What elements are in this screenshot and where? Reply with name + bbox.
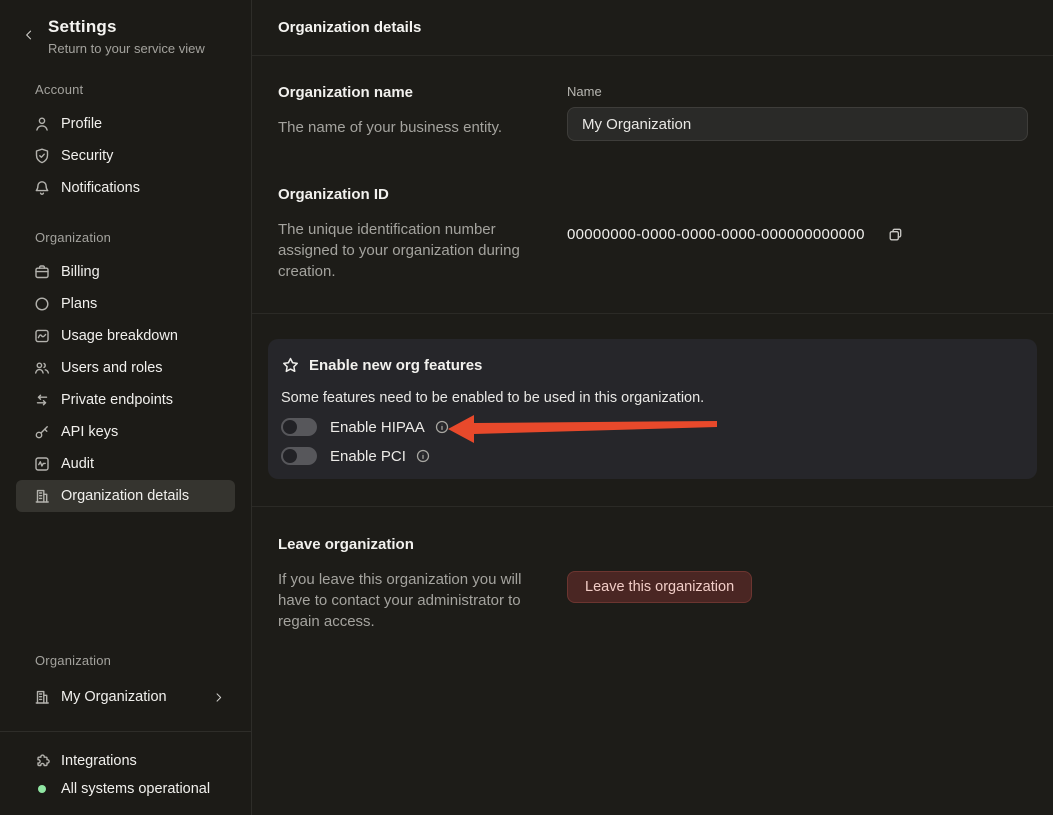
enable-pci-toggle[interactable] (281, 447, 317, 465)
feature-card-description: Some features need to be enabled to be u… (281, 390, 1017, 406)
status-label: All systems operational (61, 781, 210, 797)
app-window: Settings Return to your service view Acc… (0, 0, 1053, 815)
sidebar-item-audit[interactable]: Audit (16, 448, 235, 480)
sidebar-item-billing[interactable]: Billing (16, 256, 235, 288)
org-name-right-col: Name (567, 84, 1028, 141)
org-id-title: Organization ID (278, 186, 543, 203)
info-icon[interactable] (434, 419, 450, 435)
sidebar-item-label: Users and roles (61, 360, 163, 376)
toggle-row-pci: Enable PCI (281, 447, 1017, 465)
usage-chart-icon (33, 327, 51, 345)
section-leave-organization: Leave organization If you leave this org… (252, 507, 1053, 632)
sidebar-item-label: Security (61, 148, 113, 164)
main-content: Organization details Organization name T… (252, 0, 1053, 815)
chevron-right-icon (212, 691, 225, 704)
organization-id-value: 00000000-0000-0000-0000-000000000000 (567, 226, 865, 243)
org-id-row: 00000000-0000-0000-0000-000000000000 (567, 186, 1028, 243)
building-icon (33, 487, 51, 505)
sidebar-title-block: Settings Return to your service view (48, 17, 205, 56)
sidebar-item-usage-breakdown[interactable]: Usage breakdown (16, 320, 235, 352)
leave-left-col: Leave organization If you leave this org… (278, 536, 567, 632)
sidebar-item-security[interactable]: Security (16, 140, 235, 172)
leave-description: If you leave this organization you will … (278, 569, 543, 632)
sidebar-item-label: Audit (61, 456, 94, 472)
sidebar-item-label: Profile (61, 116, 102, 132)
sidebar-item-label: API keys (61, 424, 118, 440)
users-icon (33, 359, 51, 377)
sidebar-item-notifications[interactable]: Notifications (16, 172, 235, 204)
org-id-left-col: Organization ID The unique identificatio… (278, 186, 567, 282)
org-name-left-col: Organization name The name of your busin… (278, 84, 567, 141)
integrations-label: Integrations (61, 753, 137, 769)
features-band: Enable new org features Some features ne… (252, 314, 1053, 506)
sidebar-subtitle[interactable]: Return to your service view (48, 41, 205, 56)
sidebar-spacer (0, 512, 251, 631)
status-green-dot (38, 785, 46, 793)
audit-icon (33, 455, 51, 473)
section-organization-id: Organization ID The unique identificatio… (252, 141, 1053, 282)
leave-title: Leave organization (278, 536, 543, 553)
sidebar-item-api-keys[interactable]: API keys (16, 416, 235, 448)
section-organization-name: Organization name The name of your busin… (252, 56, 1053, 141)
leave-organization-button[interactable]: Leave this organization (567, 571, 752, 603)
settings-sidebar: Settings Return to your service view Acc… (0, 0, 252, 815)
feature-card-title: Enable new org features (309, 357, 482, 374)
sidebar-footer: Integrations All systems operational (0, 732, 251, 815)
enable-pci-label: Enable PCI (330, 448, 406, 465)
nav-section-label-organization: Organization (0, 230, 251, 245)
sidebar-item-label: Usage breakdown (61, 328, 178, 344)
sidebar-item-label: Private endpoints (61, 392, 173, 408)
enable-hipaa-label: Enable HIPAA (330, 419, 425, 436)
org-switcher-label: Organization (0, 653, 251, 668)
building-icon (33, 688, 51, 706)
star-icon (281, 356, 300, 375)
name-field-label: Name (567, 84, 1028, 99)
toggle-row-hipaa: Enable HIPAA (281, 418, 1017, 436)
feature-card-header: Enable new org features (281, 356, 1017, 375)
sidebar-item-label: Notifications (61, 180, 140, 196)
toggle-knob (283, 449, 297, 463)
info-icon[interactable] (415, 448, 431, 464)
copy-icon[interactable] (887, 226, 904, 243)
sidebar-item-users-and-roles[interactable]: Users and roles (16, 352, 235, 384)
org-id-description: The unique identification number assigne… (278, 219, 543, 282)
enable-hipaa-toggle[interactable] (281, 418, 317, 436)
sidebar-item-label: Plans (61, 296, 97, 312)
main-header: Organization details (252, 0, 1053, 56)
sidebar-item-private-endpoints[interactable]: Private endpoints (16, 384, 235, 416)
circle-icon (33, 295, 51, 313)
sidebar-header: Settings Return to your service view (0, 0, 251, 56)
org-switcher[interactable]: My Organization (16, 681, 235, 713)
billing-icon (33, 263, 51, 281)
sidebar-title: Settings (48, 17, 205, 37)
org-switcher-value: My Organization (61, 689, 167, 705)
organization-name-input[interactable] (567, 107, 1028, 141)
toggle-knob (283, 420, 297, 434)
enable-features-card: Enable new org features Some features ne… (268, 339, 1037, 479)
bell-icon (33, 179, 51, 197)
sidebar-item-organization-details[interactable]: Organization details (16, 480, 235, 512)
sidebar-item-label: Organization details (61, 488, 189, 504)
integrations-link[interactable]: Integrations (16, 747, 235, 775)
shield-icon (33, 147, 51, 165)
org-name-title: Organization name (278, 84, 543, 101)
page-title: Organization details (278, 19, 421, 36)
back-chevron-icon[interactable] (16, 22, 42, 48)
leave-button-wrap: Leave this organization (567, 536, 1028, 603)
sidebar-item-plans[interactable]: Plans (16, 288, 235, 320)
puzzle-icon (33, 752, 51, 770)
arrows-swap-icon (33, 391, 51, 409)
sidebar-item-label: Billing (61, 264, 100, 280)
nav-section-label-account: Account (0, 82, 251, 97)
sidebar-item-profile[interactable]: Profile (16, 108, 235, 140)
org-name-description: The name of your business entity. (278, 117, 543, 138)
system-status[interactable]: All systems operational (16, 775, 235, 803)
key-icon (33, 423, 51, 441)
leave-right-col: Leave this organization (567, 536, 1028, 632)
user-icon (33, 115, 51, 133)
org-id-right-col: 00000000-0000-0000-0000-000000000000 (567, 186, 1028, 282)
